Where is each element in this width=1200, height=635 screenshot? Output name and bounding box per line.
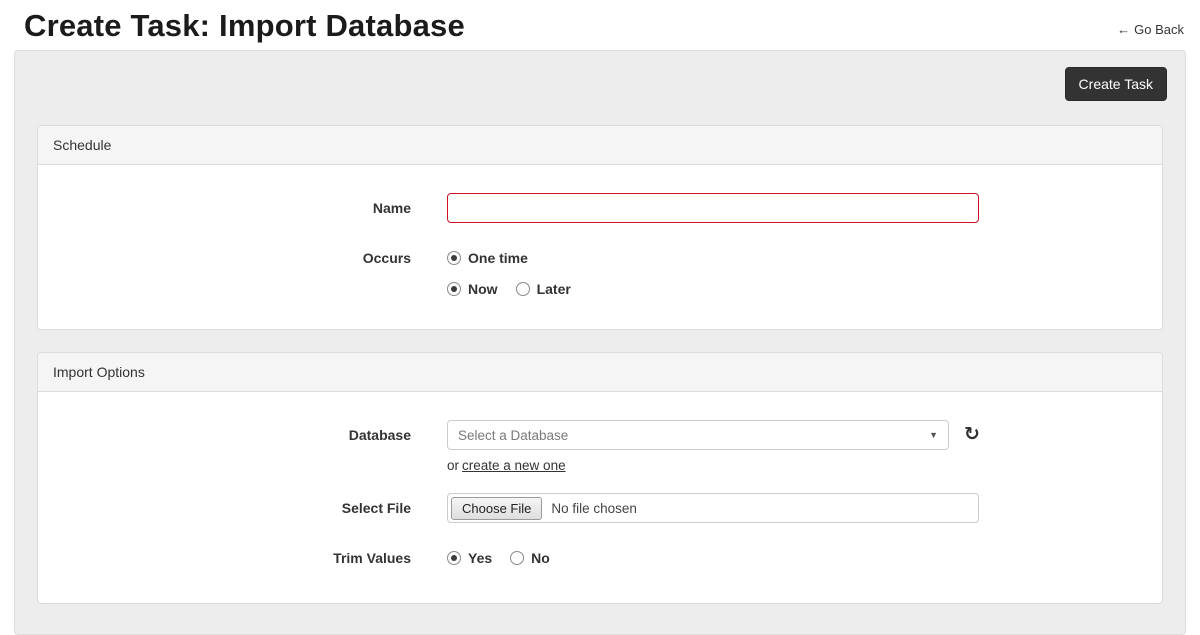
radio-trim-yes-label: Yes (468, 550, 493, 566)
radio-later[interactable] (515, 282, 530, 296)
file-status-text: No file chosen (551, 500, 637, 516)
trim-values-option-line: Yes No (447, 543, 568, 573)
create-new-line: or create a new one (447, 458, 980, 473)
occurs-label: Occurs (362, 250, 411, 266)
name-row: Name (53, 193, 1147, 223)
create-new-database-link[interactable]: create a new one (462, 458, 566, 473)
trim-values-label: Trim Values (333, 550, 411, 566)
chevron-down-icon: ▼ (929, 430, 938, 440)
occurs-control: One time Now Later (447, 243, 589, 299)
task-name-input[interactable] (447, 193, 979, 223)
database-row: Database Select a Database ▼ ↻ or create … (53, 420, 1147, 473)
radio-now-label: Now (468, 281, 498, 297)
name-label: Name (372, 200, 411, 216)
choose-file-button[interactable]: Choose File (451, 496, 543, 520)
database-select-line: Select a Database ▼ ↻ (447, 420, 980, 450)
radio-trim-no[interactable] (510, 551, 525, 565)
import-options-card-body: Database Select a Database ▼ ↻ or create … (38, 392, 1162, 603)
trim-values-control: Yes No (447, 543, 568, 573)
go-back-label: Go Back (1134, 22, 1184, 37)
database-select[interactable]: Select a Database ▼ (447, 420, 949, 450)
select-file-row: Select File Choose File No file chosen (53, 493, 1147, 523)
create-task-button[interactable]: Create Task (1064, 67, 1167, 101)
radio-one-time[interactable] (447, 251, 461, 265)
refresh-icon[interactable]: ↻ (964, 420, 980, 450)
radio-trim-yes[interactable] (447, 551, 461, 565)
schedule-card-body: Name Occurs One time Now Later (38, 165, 1162, 329)
page-header: Create Task: Import Database ← Go Back (0, 0, 1200, 50)
create-new-prefix: or (447, 458, 460, 473)
select-file-label: Select File (341, 500, 411, 516)
name-control (447, 193, 979, 223)
occurs-time-line: Now Later (447, 279, 589, 299)
page-title: Create Task: Import Database (24, 8, 465, 43)
occurs-option-line: One time (447, 243, 589, 273)
go-back-link[interactable]: ← Go Back (1117, 22, 1184, 37)
database-control: Select a Database ▼ ↻ or create a new one (447, 420, 980, 473)
radio-one-time-label: One time (468, 250, 528, 266)
import-options-card-header: Import Options (38, 353, 1162, 392)
left-arrow-icon: ← (1117, 22, 1131, 37)
radio-trim-no-label: No (531, 550, 550, 566)
database-select-value: Select a Database (458, 427, 569, 443)
select-file-control: Choose File No file chosen (447, 493, 979, 523)
import-options-card: Import Options Database Select a Databas… (37, 352, 1163, 604)
database-label: Database (348, 427, 411, 443)
radio-later-label: Later (536, 281, 571, 297)
form-panel: Create Task Schedule Name Occurs One tim… (14, 50, 1186, 635)
occurs-row: Occurs One time Now Later (53, 243, 1147, 299)
radio-now[interactable] (447, 282, 461, 296)
schedule-card-header: Schedule (38, 126, 1162, 165)
schedule-card: Schedule Name Occurs One time Now Later (37, 125, 1163, 330)
file-input[interactable]: Choose File No file chosen (447, 493, 979, 523)
panel-toolbar: Create Task (33, 67, 1167, 101)
trim-values-row: Trim Values Yes No (53, 543, 1147, 573)
